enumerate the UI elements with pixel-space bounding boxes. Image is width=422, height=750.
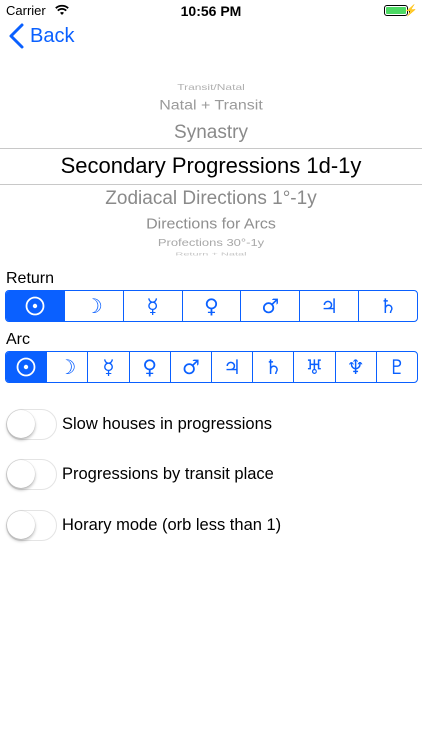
picker-selection-line-bottom [0,184,422,185]
venus-icon: ♀ [204,294,219,318]
arc-neptune-option[interactable]: ♆ [334,352,376,382]
return-moon-option[interactable]: ☽ [63,291,123,321]
horary-mode-label: Horary mode (orb less than 1) [62,515,282,534]
picker-item[interactable]: Profections 30°-1y [0,237,422,248]
arc-planet-selector[interactable]: ☽ ☿ ♀ ♂ ♃ ♄ ♅ ♆ ♇ [5,351,418,383]
jupiter-icon: ♃ [320,294,339,318]
back-label: Back [30,24,75,47]
arc-moon-option[interactable]: ☽ [46,352,87,382]
arc-label: Arc [6,331,30,348]
return-sun-option[interactable] [6,291,64,321]
mars-icon: ♂ [181,355,200,379]
picker-selection-line-top [0,148,422,149]
picker-item[interactable]: Transit/Natal [0,82,422,92]
uranus-icon: ♅ [305,355,324,379]
pluto-icon: ♇ [387,355,406,379]
venus-icon: ♀ [142,355,158,379]
return-jupiter-option[interactable]: ♃ [299,291,358,321]
return-venus-option[interactable]: ♀ [181,291,241,321]
horary-mode-switch[interactable] [6,509,57,541]
jupiter-icon: ♃ [223,355,242,379]
toggle-row-horary-mode: Horary mode (orb less than 1) [6,509,281,541]
arc-saturn-option[interactable]: ♄ [252,352,293,382]
saturn-icon: ♄ [264,355,283,379]
arc-jupiter-option[interactable]: ♃ [211,352,252,382]
neptune-icon: ♆ [346,355,365,379]
return-saturn-option[interactable]: ♄ [358,291,417,321]
transit-place-label: Progressions by transit place [62,464,274,483]
slow-houses-label: Slow houses in progressions [62,414,273,433]
picker-item[interactable]: Directions for Arcs [0,217,422,233]
picker-item[interactable]: Synastry [0,122,422,144]
picker-item[interactable]: Return + Natal [0,251,422,255]
return-mercury-option[interactable]: ☿ [122,291,182,321]
arc-sun-option[interactable] [6,352,47,382]
arc-mars-option[interactable]: ♂ [169,352,211,382]
clock: 10:56 PM [180,3,242,19]
toggle-row-slow-houses: Slow houses in progressions [6,408,272,440]
return-planet-selector[interactable]: ☽ ☿ ♀ ♂ ♃ ♄ [5,290,418,322]
chevron-left-icon [9,23,24,49]
transit-place-switch[interactable] [6,458,57,490]
picker-item[interactable]: Zodiacal Directions 1°-1y [0,188,422,210]
moon-icon: ☽ [58,355,77,379]
charging-icon: ⚡ [404,5,418,17]
return-label: Return [6,270,55,287]
picker-item[interactable]: Natal + Transit [0,98,422,114]
return-mars-option[interactable]: ♂ [240,291,299,321]
arc-venus-option[interactable]: ♀ [128,352,170,382]
slow-houses-switch[interactable] [6,408,57,440]
mode-picker[interactable]: Transit/Natal Natal + Transit Synastry S… [0,74,422,258]
picker-item-selected[interactable]: Secondary Progressions 1d-1y [0,153,422,179]
mars-icon: ♂ [261,294,280,318]
saturn-icon: ♄ [379,294,398,318]
sun-icon [25,296,45,316]
status-bar: Carrier 10:56 PM ⚡ [0,0,422,22]
back-button[interactable]: Back [8,22,74,50]
arc-mercury-option[interactable]: ☿ [87,352,128,382]
arc-pluto-option[interactable]: ♇ [375,352,417,382]
arc-uranus-option[interactable]: ♅ [293,352,334,382]
mercury-icon: ☿ [146,294,159,318]
moon-icon: ☽ [84,294,103,318]
toggle-row-transit-place: Progressions by transit place [6,458,274,490]
mercury-icon: ☿ [102,355,115,379]
sun-icon [16,357,36,377]
